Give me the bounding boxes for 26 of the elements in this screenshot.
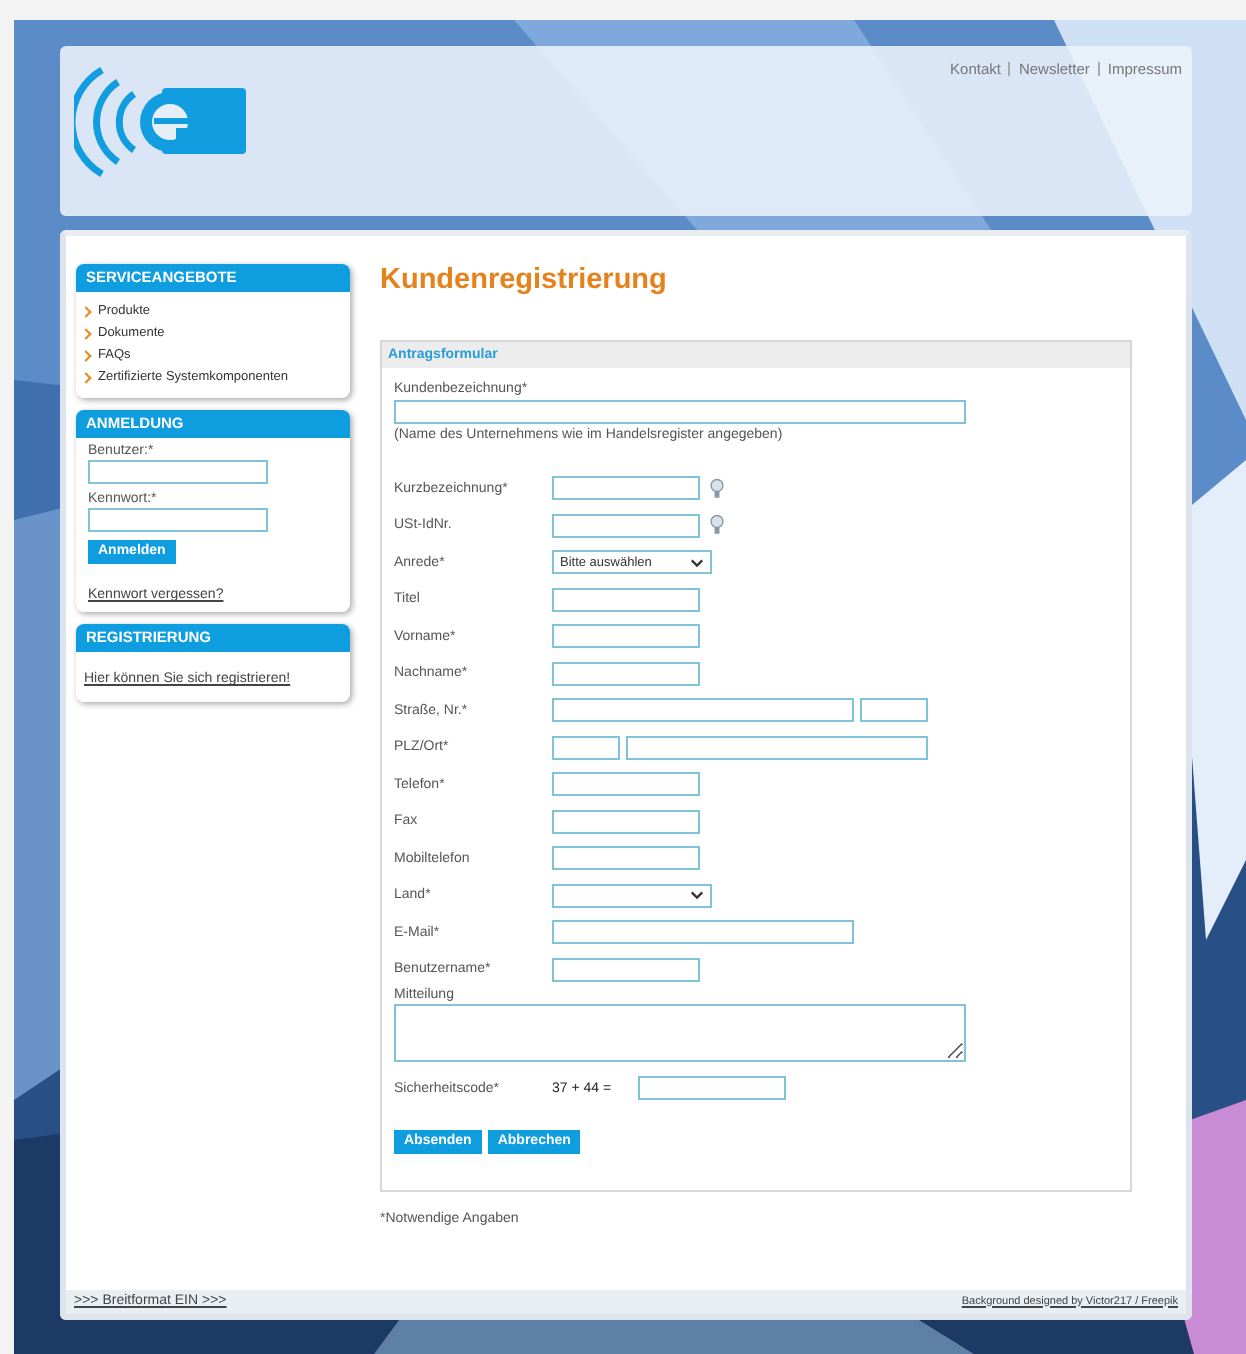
- input-field[interactable]: [552, 957, 700, 982]
- lightbulb-icon[interactable]: [710, 477, 724, 500]
- input-field[interactable]: [552, 513, 700, 538]
- password-field[interactable]: [88, 508, 268, 532]
- captcha-field[interactable]: [638, 1076, 786, 1101]
- input-field[interactable]: [552, 809, 700, 834]
- input-field[interactable]: [552, 587, 700, 612]
- logo-icon: [74, 66, 246, 178]
- caret-icon: [690, 557, 704, 568]
- input-field[interactable]: [552, 846, 700, 871]
- lightbulb-icon[interactable]: [710, 514, 724, 537]
- number-field[interactable]: [860, 698, 928, 723]
- dropdown[interactable]: [552, 883, 712, 908]
- input-field[interactable]: [552, 772, 700, 797]
- input-field[interactable]: [552, 624, 700, 649]
- input-field[interactable]: [552, 920, 854, 945]
- zip-field[interactable]: [552, 735, 620, 760]
- city-field[interactable]: [626, 735, 928, 760]
- input-field[interactable]: [552, 661, 700, 686]
- caret-icon: [690, 890, 704, 901]
- input-field[interactable]: [552, 476, 700, 501]
- message-field[interactable]: [394, 1004, 966, 1062]
- page-title: Kundenregistrierung: [380, 264, 669, 296]
- username-field[interactable]: [88, 460, 268, 484]
- street-field[interactable]: [552, 698, 854, 723]
- customer-name-field[interactable]: [394, 400, 966, 424]
